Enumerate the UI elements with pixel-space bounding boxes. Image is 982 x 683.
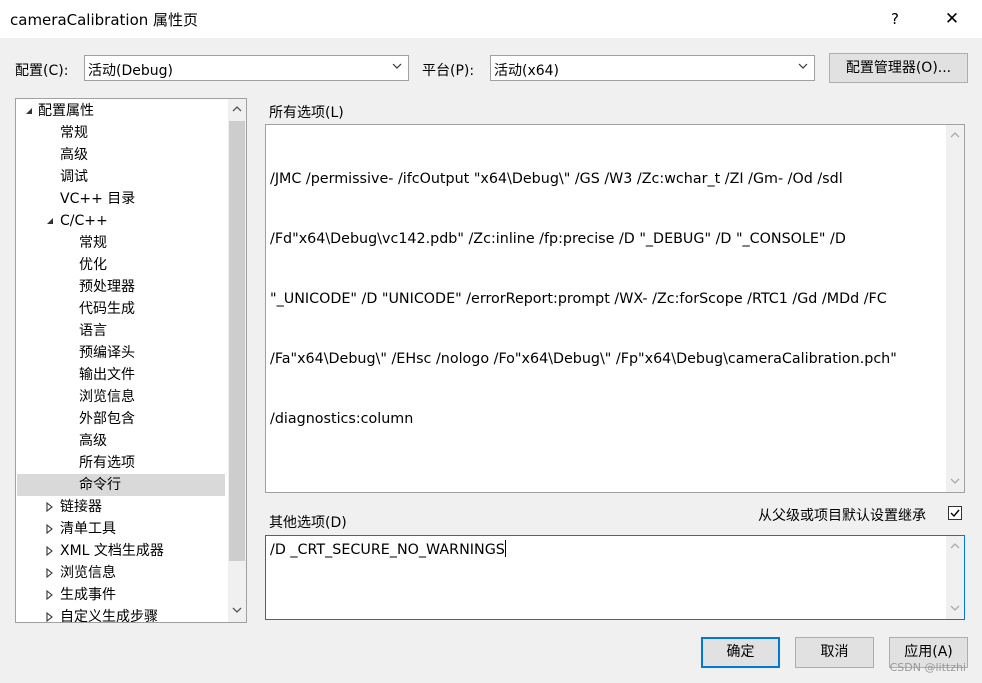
tree-item[interactable]: 命令行	[79, 474, 121, 496]
all-options-textbox[interactable]: /JMC /permissive- /ifcOutput "x64\Debug\…	[265, 124, 965, 493]
tree-item[interactable]: 语言	[79, 320, 107, 342]
all-options-line: /Fa"x64\Debug\" /EHsc /nologo /Fo"x64\De…	[270, 351, 897, 367]
tree-item[interactable]: 所有选项	[79, 452, 135, 474]
tree-item[interactable]: 链接器	[60, 496, 102, 518]
other-options-input[interactable]: /D _CRT_SECURE_NO_WARNINGS	[265, 535, 965, 620]
inherit-checkbox[interactable]	[948, 506, 962, 520]
tree-item[interactable]: C/C++	[60, 210, 108, 232]
expanded-triangle-icon[interactable]	[24, 106, 34, 116]
scroll-down-icon[interactable]	[950, 477, 960, 485]
scroll-up-icon[interactable]	[950, 131, 960, 139]
all-options-line: "_UNICODE" /D "UNICODE" /errorReport:pro…	[270, 291, 887, 307]
all-options-line: /JMC /permissive- /ifcOutput "x64\Debug\…	[270, 171, 843, 187]
ok-button[interactable]: 确定	[701, 637, 780, 668]
tree-item[interactable]: XML 文档生成器	[60, 540, 164, 562]
tree-item[interactable]: VC++ 目录	[60, 188, 135, 210]
window-title: cameraCalibration 属性页	[10, 11, 199, 29]
text-caret	[504, 540, 506, 557]
scroll-up-icon[interactable]	[950, 542, 960, 550]
tree-item[interactable]: 外部包含	[79, 408, 135, 430]
tree-item[interactable]: 常规	[60, 122, 88, 144]
tree-item[interactable]: 预编译头	[79, 342, 135, 364]
other-options-value: /D _CRT_SECURE_NO_WARNINGS	[270, 542, 505, 558]
cancel-button[interactable]: 取消	[795, 637, 874, 668]
tree-item[interactable]: 优化	[79, 254, 107, 276]
tree-item[interactable]: 预处理器	[79, 276, 135, 298]
checkmark-icon	[950, 509, 960, 518]
all-options-line: /Fd"x64\Debug\vc142.pdb" /Zc:inline /fp:…	[270, 231, 846, 247]
scroll-down-icon[interactable]	[950, 604, 960, 612]
tree-item[interactable]: 生成事件	[60, 584, 116, 606]
scroll-down-icon[interactable]	[232, 606, 242, 614]
collapsed-triangle-icon[interactable]	[45, 502, 55, 512]
tree-item[interactable]: 自定义生成步骤	[60, 606, 158, 622]
config-combo-value: 活动(Debug)	[88, 63, 173, 79]
platform-combo-value: 活动(x64)	[494, 63, 560, 79]
collapsed-triangle-icon[interactable]	[45, 568, 55, 578]
tree-item[interactable]: 高级	[60, 144, 88, 166]
other-options-scrollbar[interactable]	[946, 536, 964, 619]
collapsed-triangle-icon[interactable]	[45, 546, 55, 556]
scroll-up-icon[interactable]	[232, 105, 242, 113]
property-tree[interactable]: 配置属性 常规 高级 调试 VC++ 目录 C/C++ 常规 优化 预处理器 代码生成 语言 预编译头…	[15, 98, 247, 623]
tree-item[interactable]: 输出文件	[79, 364, 135, 386]
selected-highlight	[17, 474, 225, 496]
platform-combo[interactable]: 活动(x64)	[490, 55, 815, 81]
tree-item[interactable]: 配置属性	[38, 100, 94, 122]
collapsed-triangle-icon[interactable]	[45, 524, 55, 534]
tree-item[interactable]: 常规	[79, 232, 107, 254]
title-bar: cameraCalibration 属性页 ? ✕	[0, 0, 982, 38]
tree-scroll-thumb[interactable]	[229, 121, 245, 561]
config-label: 配置(C):	[15, 63, 69, 79]
collapsed-triangle-icon[interactable]	[45, 612, 55, 622]
platform-label: 平台(P):	[422, 63, 475, 79]
close-button[interactable]: ✕	[934, 4, 970, 34]
tree-item[interactable]: 清单工具	[60, 518, 116, 540]
all-options-text: /JMC /permissive- /ifcOutput "x64\Debug\…	[270, 129, 938, 469]
tree-item[interactable]: 调试	[60, 166, 88, 188]
chevron-down-icon	[392, 63, 402, 69]
config-manager-button[interactable]: 配置管理器(O)...	[829, 53, 968, 83]
other-options-text-row: /D _CRT_SECURE_NO_WARNINGS	[270, 540, 938, 560]
config-combo[interactable]: 活动(Debug)	[84, 55, 409, 81]
expanded-triangle-icon[interactable]	[45, 216, 55, 226]
help-button[interactable]: ?	[880, 4, 910, 34]
tree-item[interactable]: 代码生成	[79, 298, 135, 320]
tree-item[interactable]: 浏览信息	[79, 386, 135, 408]
tree-item[interactable]: 浏览信息	[60, 562, 116, 584]
chevron-down-icon	[798, 63, 808, 69]
all-options-label: 所有选项(L)	[269, 105, 344, 121]
all-options-line: /diagnostics:column	[270, 411, 414, 427]
inherit-label: 从父级或项目默认设置继承	[758, 508, 926, 524]
all-options-scrollbar[interactable]	[946, 125, 964, 492]
collapsed-triangle-icon[interactable]	[45, 590, 55, 600]
tree-scrollbar[interactable]	[228, 99, 246, 622]
tree-item[interactable]: 高级	[79, 430, 107, 452]
watermark: CSDN @littzhi	[889, 661, 966, 674]
other-options-label: 其他选项(D)	[269, 515, 347, 531]
